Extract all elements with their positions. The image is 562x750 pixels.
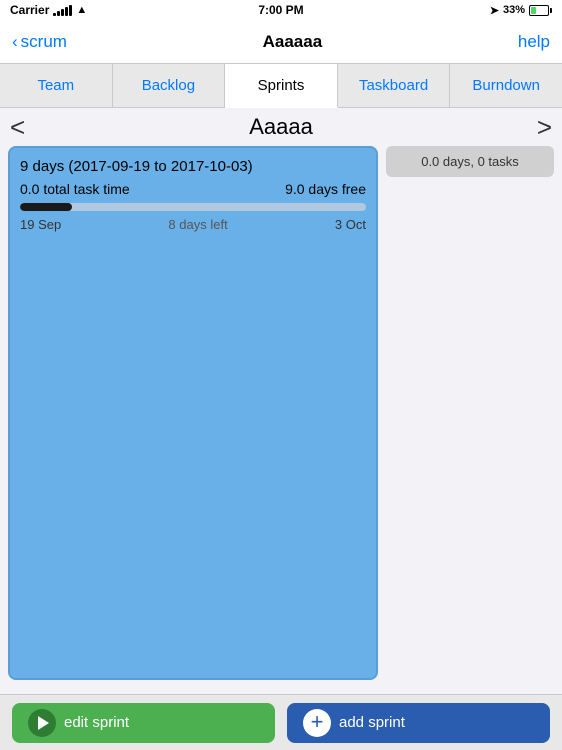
battery-percent: 33%: [503, 4, 525, 16]
wifi-icon: ▲: [76, 4, 87, 16]
sprint-header: < Aaaaa >: [0, 108, 562, 146]
edit-sprint-label: edit sprint: [64, 714, 129, 731]
nav-bar: ‹ scrum Aaaaaa help: [0, 20, 562, 64]
start-date: 19 Sep: [20, 217, 61, 232]
tab-burndown-label: Burndown: [472, 77, 540, 94]
main-content: 9 days (2017-09-19 to 2017-10-03) 0.0 to…: [0, 146, 562, 688]
sprint-days-free: 9.0 days free: [285, 181, 366, 197]
carrier-label: Carrier: [10, 3, 49, 17]
tab-burndown[interactable]: Burndown: [450, 64, 562, 107]
progress-bar-fill: [20, 203, 72, 211]
tab-taskboard[interactable]: Taskboard: [338, 64, 451, 107]
tab-team[interactable]: Team: [0, 64, 113, 107]
back-label: scrum: [21, 32, 67, 52]
help-button[interactable]: help: [518, 32, 550, 52]
chevron-left-icon: ‹: [12, 32, 18, 52]
plus-icon: +: [311, 711, 324, 733]
location-icon: ➤: [490, 4, 499, 17]
prev-sprint-button[interactable]: <: [10, 114, 25, 140]
status-left: Carrier ▲: [10, 3, 87, 17]
signal-icon: [53, 5, 72, 16]
status-right: ➤ 33%: [490, 4, 552, 17]
progress-bar: [20, 203, 366, 211]
tab-team-label: Team: [37, 77, 74, 94]
sprint-duration: 9 days (2017-09-19 to 2017-10-03): [20, 158, 366, 175]
sprint-title: Aaaaa: [249, 114, 313, 140]
status-time: 7:00 PM: [258, 3, 303, 17]
tab-backlog-label: Backlog: [142, 77, 195, 94]
nav-title: Aaaaaa: [263, 32, 323, 52]
tab-sprints[interactable]: Sprints: [225, 64, 338, 108]
tab-bar: Team Backlog Sprints Taskboard Burndown: [0, 64, 562, 108]
date-row: 19 Sep 8 days left 3 Oct: [20, 217, 366, 232]
add-sprint-label: add sprint: [339, 714, 405, 731]
next-sprint-button[interactable]: >: [537, 114, 552, 140]
days-tasks-info: 0.0 days, 0 tasks: [386, 146, 554, 177]
tab-sprints-label: Sprints: [258, 77, 305, 94]
tab-backlog[interactable]: Backlog: [113, 64, 226, 107]
edit-sprint-button[interactable]: edit sprint: [12, 703, 275, 743]
sprint-task-row: 0.0 total task time 9.0 days free: [20, 181, 366, 197]
back-button[interactable]: ‹ scrum: [12, 32, 67, 52]
status-bar: Carrier ▲ 7:00 PM ➤ 33%: [0, 0, 562, 20]
play-triangle-icon: [38, 716, 49, 730]
days-left: 8 days left: [168, 217, 227, 232]
end-date: 3 Oct: [335, 217, 366, 232]
bottom-toolbar: edit sprint + add sprint: [0, 694, 562, 750]
plus-circle-icon: +: [303, 709, 331, 737]
sprint-total-time: 0.0 total task time: [20, 181, 130, 197]
play-icon: [28, 709, 56, 737]
tab-taskboard-label: Taskboard: [359, 77, 428, 94]
add-sprint-button[interactable]: + add sprint: [287, 703, 550, 743]
right-panel: 0.0 days, 0 tasks: [386, 146, 554, 680]
battery-icon: [529, 5, 552, 16]
sprint-card: 9 days (2017-09-19 to 2017-10-03) 0.0 to…: [8, 146, 378, 680]
